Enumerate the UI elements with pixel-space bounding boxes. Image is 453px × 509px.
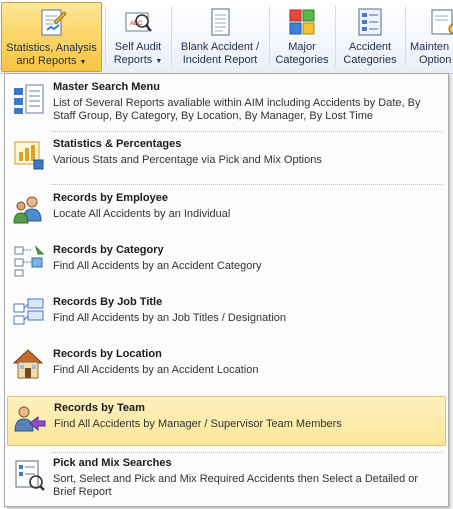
menu-item-records-by-team[interactable]: Records by Team Find All Accidents by Ma…: [7, 396, 446, 446]
statistics-button-label-line1: Statistics, Analysis: [6, 42, 97, 54]
dropdown-arrow-icon: ▼: [155, 58, 163, 65]
self-audit-label-line1: Self Audit: [114, 41, 162, 53]
category-grid-icon: [285, 5, 319, 39]
menu-item-title: Records by Employee: [53, 192, 168, 204]
blank-accident-label-line2: Incident Report: [182, 54, 258, 66]
menu-item-records-by-job-title[interactable]: Records By Job Title Find All Accidents …: [7, 291, 446, 336]
blank-accident-report-button[interactable]: Blank Accident / Incident Report: [174, 2, 266, 72]
blank-document-icon: [203, 5, 237, 39]
statistics-analysis-reports-button[interactable]: Statistics, Analysis and Reports ▼: [1, 2, 102, 72]
menu-item-description: Various Stats and Percentage via Pick an…: [53, 154, 322, 166]
category-tree-icon: [12, 244, 46, 278]
list-form-icon: [353, 5, 387, 39]
menu-item-title: Records By Job Title: [53, 296, 163, 308]
menu-divider: [51, 131, 442, 132]
accident-categories-label-line1: Accident: [348, 41, 392, 53]
dropdown-arrow-icon: ▼: [79, 59, 87, 66]
reports-dropdown-menu: Master Search Menu List of Several Repor…: [4, 73, 449, 507]
menu-item-master-search[interactable]: Master Search Menu List of Several Repor…: [7, 77, 446, 127]
ribbon-separator: [269, 6, 270, 66]
ribbon-separator: [171, 6, 172, 66]
menu-item-records-by-employee[interactable]: Records by Employee Locate All Accidents…: [7, 187, 446, 232]
ribbon-separator: [335, 6, 336, 66]
statistics-report-icon: [35, 6, 69, 40]
master-search-icon: [12, 82, 46, 116]
pick-and-mix-icon: [12, 458, 46, 492]
menu-item-title: Records by Team: [54, 402, 145, 414]
self-audit-reports-button[interactable]: ABC Self Audit Reports ▼: [108, 2, 168, 72]
maintenance-label-line2: Option: [419, 54, 452, 66]
ribbon-separator: [105, 6, 106, 66]
menu-item-description: Find All Accidents by an Accident Catego…: [53, 260, 262, 272]
major-categories-label-line1: Major: [288, 41, 316, 53]
menu-item-records-by-location[interactable]: Records by Location Find All Accidents b…: [7, 343, 446, 388]
menu-item-statistics-percentages[interactable]: Statistics & Percentages Various Stats a…: [7, 134, 446, 178]
statistics-button-label-line2: and Reports: [16, 55, 77, 67]
blank-accident-label-line1: Blank Accident /: [180, 41, 260, 53]
menu-item-description: List of Several Reports avaliable within…: [53, 97, 421, 122]
maintenance-options-button[interactable]: Mainten Option: [410, 2, 453, 72]
menu-divider: [51, 184, 442, 185]
menu-item-description: Find All Accidents by an Job Titles / De…: [53, 312, 286, 324]
job-title-org-icon: [12, 296, 46, 330]
menu-item-title: Statistics & Percentages: [53, 138, 182, 150]
ribbon-toolbar: Statistics, Analysis and Reports ▼ ABC S…: [0, 0, 453, 74]
accident-categories-label-line2: Categories: [343, 54, 397, 66]
maintenance-label-line1: Mainten: [410, 41, 450, 53]
maintenance-gear-icon: [428, 5, 453, 39]
statistics-chart-icon: [12, 138, 46, 172]
menu-item-title: Pick and Mix Searches: [53, 457, 172, 469]
menu-item-description: Find All Accidents by an Accident Locati…: [53, 364, 259, 376]
menu-divider: [51, 452, 442, 453]
team-manager-icon: [13, 403, 47, 437]
menu-item-title: Master Search Menu: [53, 81, 160, 93]
self-audit-icon: ABC: [121, 5, 155, 39]
menu-item-pick-and-mix-searches[interactable]: Pick and Mix Searches Sort, Select and P…: [7, 454, 446, 504]
menu-item-description: Sort, Select and Pick and Mix Required A…: [53, 473, 419, 498]
major-categories-label-line2: Categories: [275, 54, 329, 66]
employee-people-icon: [12, 193, 46, 227]
menu-item-title: Records by Location: [53, 348, 162, 360]
accident-categories-button[interactable]: Accident Categories: [338, 2, 402, 72]
menu-item-records-by-category[interactable]: Records by Category Find All Accidents b…: [7, 239, 446, 284]
house-location-icon: [12, 347, 46, 381]
menu-item-title: Records by Category: [53, 244, 164, 256]
menu-item-description: Locate All Accidents by an Individual: [53, 208, 231, 220]
major-categories-button[interactable]: Major Categories: [272, 2, 332, 72]
ribbon-separator: [405, 6, 406, 66]
self-audit-label-line2: Reports: [113, 54, 153, 66]
menu-item-description: Find All Accidents by Manager / Supervis…: [54, 418, 342, 430]
